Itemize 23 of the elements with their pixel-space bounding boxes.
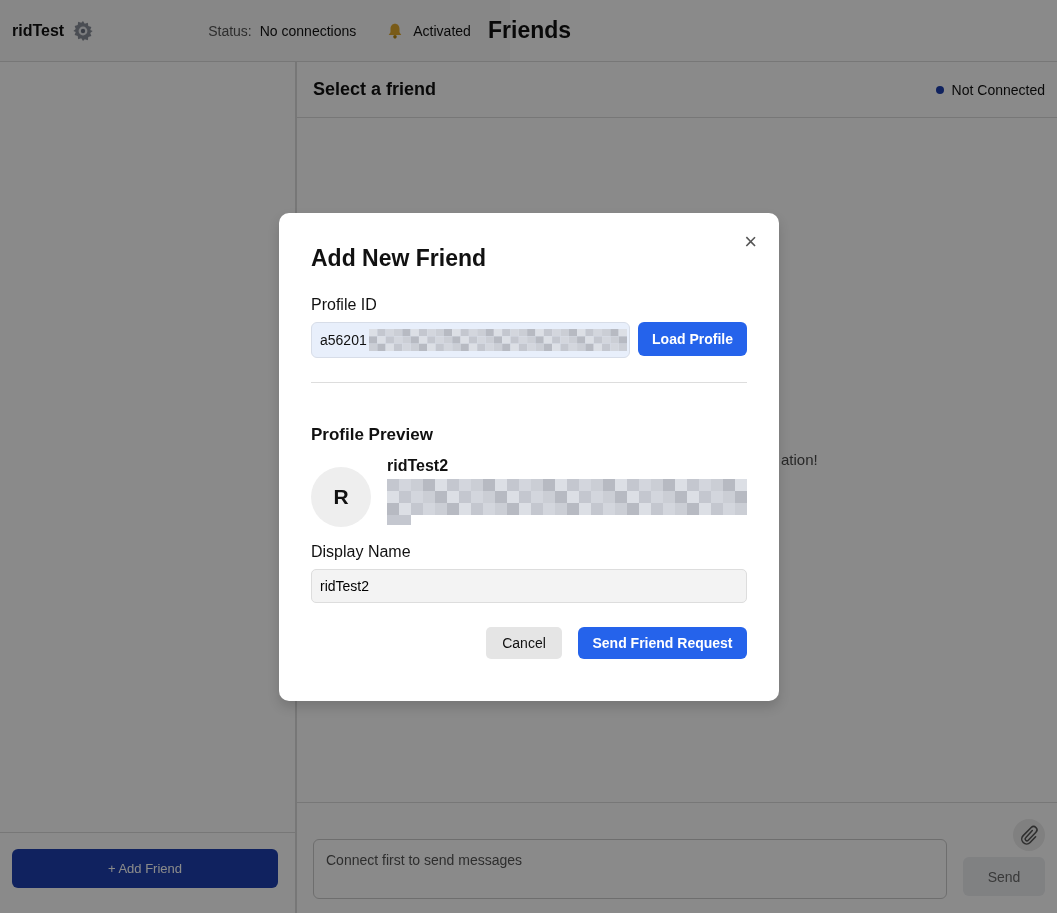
display-name-field[interactable]: ridTest2 xyxy=(311,569,747,603)
field-label: Profile ID xyxy=(311,296,378,314)
avatar: R xyxy=(311,467,371,527)
username: ridTest xyxy=(12,21,65,40)
dialog-title: Add New Friend xyxy=(311,245,488,272)
section-heading: Profile Preview xyxy=(311,425,434,445)
paperclip-icon[interactable] xyxy=(1013,819,1045,851)
connection-status: Not Connected xyxy=(951,81,1045,98)
profile-name: ridTest2 xyxy=(387,457,450,475)
load-profile-button[interactable]: Load Profile xyxy=(638,322,747,356)
status-value: No connections xyxy=(259,22,357,39)
gear-icon[interactable] xyxy=(72,19,95,42)
add-friend-button[interactable]: + Add Friend xyxy=(12,849,278,888)
status-label: Status: xyxy=(208,22,252,39)
profile-id-field[interactable]: a56201 xyxy=(311,322,630,358)
send-request-button[interactable]: Send Friend Request xyxy=(578,627,747,659)
notification-status: Activated xyxy=(413,22,471,39)
field-label: Display Name xyxy=(311,543,412,561)
empty-message: ation! xyxy=(781,451,818,468)
close-button[interactable]: × xyxy=(744,231,757,253)
cancel-button[interactable]: Cancel xyxy=(486,627,562,659)
chat-heading: Select a friend xyxy=(313,79,437,100)
page-title: Friends xyxy=(488,17,572,44)
